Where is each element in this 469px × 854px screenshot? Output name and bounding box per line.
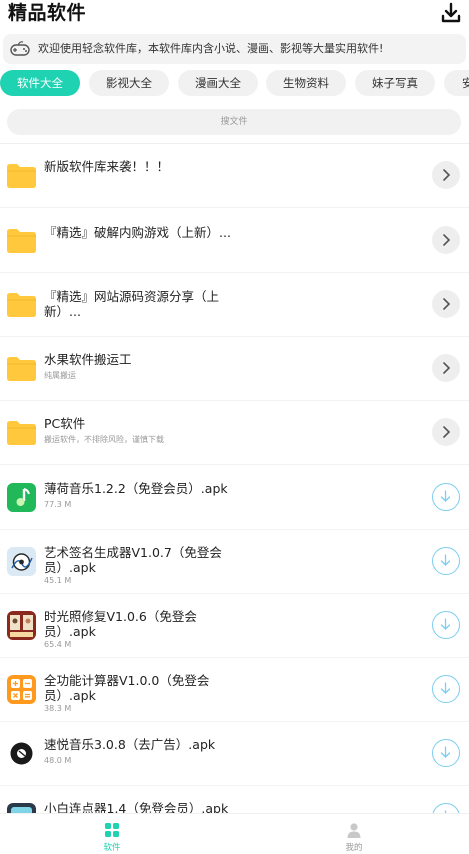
- gamepad-icon: [9, 39, 31, 59]
- bottom-nav: 软件 我的: [0, 813, 469, 854]
- download-button[interactable]: [432, 611, 460, 639]
- tab-software[interactable]: 软件大全: [0, 70, 80, 96]
- file-name: 小白连点器1.4（免登会员）.apk: [44, 801, 229, 813]
- grid-icon: [104, 822, 120, 838]
- download-icon[interactable]: [440, 2, 462, 24]
- file-list: 新版软件库来袭！！！ 『精选』破解内购游戏（上新）... 『精选』网站源码资源分…: [0, 143, 469, 813]
- file-row[interactable]: 全功能计算器V1.0.0（免登会员）.apk 38.3 M: [0, 658, 469, 722]
- mint-music-app-icon: [6, 482, 37, 513]
- download-button[interactable]: [432, 483, 460, 511]
- folder-name: PC软件: [44, 416, 86, 431]
- folder-row[interactable]: PC软件 搬运软件，不排除风险，谨慎下载: [0, 401, 469, 465]
- file-row[interactable]: 艺术签名生成器V1.0.7（免登会员）.apk 45.1 M: [0, 530, 469, 594]
- file-size: 48.0 M: [44, 756, 72, 765]
- file-name: 速悦音乐3.0.8（去广告）.apk: [44, 737, 216, 752]
- file-name: 艺术签名生成器V1.0.7（免登会员）.apk: [44, 545, 222, 575]
- tab-photos[interactable]: 妹子写真: [355, 70, 435, 96]
- download-button[interactable]: [432, 547, 460, 575]
- folder-name: 『精选』破解内购游戏（上新）...: [44, 225, 231, 240]
- download-button[interactable]: [432, 739, 460, 767]
- folder-row[interactable]: 『精选』破解内购游戏（上新）...: [0, 209, 469, 273]
- tab-biology[interactable]: 生物资料: [266, 70, 346, 96]
- user-icon: [346, 822, 362, 838]
- file-row[interactable]: 薄荷音乐1.2.2（免登会员）.apk 77.3 M: [0, 466, 469, 530]
- file-row[interactable]: 时光照修复V1.0.6（免登会员）.apk 65.4 M: [0, 594, 469, 658]
- folder-icon: [6, 353, 37, 384]
- file-size: 77.3 M: [44, 500, 72, 509]
- download-button[interactable]: [432, 675, 460, 703]
- folder-row[interactable]: 新版软件库来袭！！！: [0, 144, 469, 208]
- nav-label: 我的: [345, 843, 363, 853]
- file-row[interactable]: 速悦音乐3.0.8（去广告）.apk 48.0 M: [0, 722, 469, 786]
- nav-mine[interactable]: 我的: [314, 814, 394, 854]
- search-input[interactable]: 搜文件: [7, 109, 461, 135]
- file-size: 38.3 M: [44, 704, 72, 713]
- page-title: 精品软件: [8, 2, 87, 24]
- folder-icon: [6, 160, 37, 191]
- notice-bar[interactable]: 欢迎使用轻念软件库，本软件库内含小说、漫画、影视等大量实用软件!: [3, 34, 466, 64]
- folder-icon: [6, 417, 37, 448]
- folder-row[interactable]: 水果软件搬运工 纯属搬运: [0, 337, 469, 401]
- tab-movies[interactable]: 影视大全: [89, 70, 169, 96]
- folder-description: 搬运软件，不排除风险，谨慎下载: [44, 435, 164, 444]
- chevron-right-icon[interactable]: [432, 226, 460, 254]
- folder-name: 水果软件搬运工: [44, 352, 132, 367]
- tab-more[interactable]: 安: [444, 70, 469, 96]
- photo-repair-app-icon: [6, 610, 37, 641]
- autoclicker-app-icon: [6, 802, 37, 813]
- tab-comics[interactable]: 漫画大全: [178, 70, 258, 96]
- file-name: 全功能计算器V1.0.0（免登会员）.apk: [44, 673, 210, 703]
- file-size: 45.1 M: [44, 576, 72, 585]
- download-button[interactable]: [432, 803, 460, 813]
- nav-software[interactable]: 软件: [72, 814, 152, 854]
- folder-name: 新版软件库来袭！！！: [44, 159, 170, 174]
- chevron-right-icon[interactable]: [432, 161, 460, 189]
- category-tabs: 软件大全 影视大全 漫画大全 生物资料 妹子写真 安: [0, 70, 469, 96]
- folder-name: 『精选』网站源码资源分享（上新）...: [44, 289, 220, 319]
- chevron-right-icon[interactable]: [432, 290, 460, 318]
- nav-label: 软件: [103, 843, 121, 853]
- app-header: 精品软件: [0, 0, 469, 28]
- chevron-right-icon[interactable]: [432, 418, 460, 446]
- chevron-right-icon[interactable]: [432, 354, 460, 382]
- file-row[interactable]: 小白连点器1.4（免登会员）.apk: [0, 786, 469, 813]
- file-name: 薄荷音乐1.2.2（免登会员）.apk: [44, 481, 228, 496]
- folder-icon: [6, 289, 37, 320]
- folder-icon: [6, 225, 37, 256]
- folder-description: 纯属搬运: [44, 371, 76, 380]
- signature-app-icon: [6, 546, 37, 577]
- music-disc-app-icon: [6, 738, 37, 769]
- notice-text: 欢迎使用轻念软件库，本软件库内含小说、漫画、影视等大量实用软件!: [38, 42, 384, 55]
- file-name: 时光照修复V1.0.6（免登会员）.apk: [44, 609, 197, 639]
- file-size: 65.4 M: [44, 640, 72, 649]
- calculator-app-icon: [6, 674, 37, 705]
- folder-row[interactable]: 『精选』网站源码资源分享（上新）...: [0, 273, 469, 337]
